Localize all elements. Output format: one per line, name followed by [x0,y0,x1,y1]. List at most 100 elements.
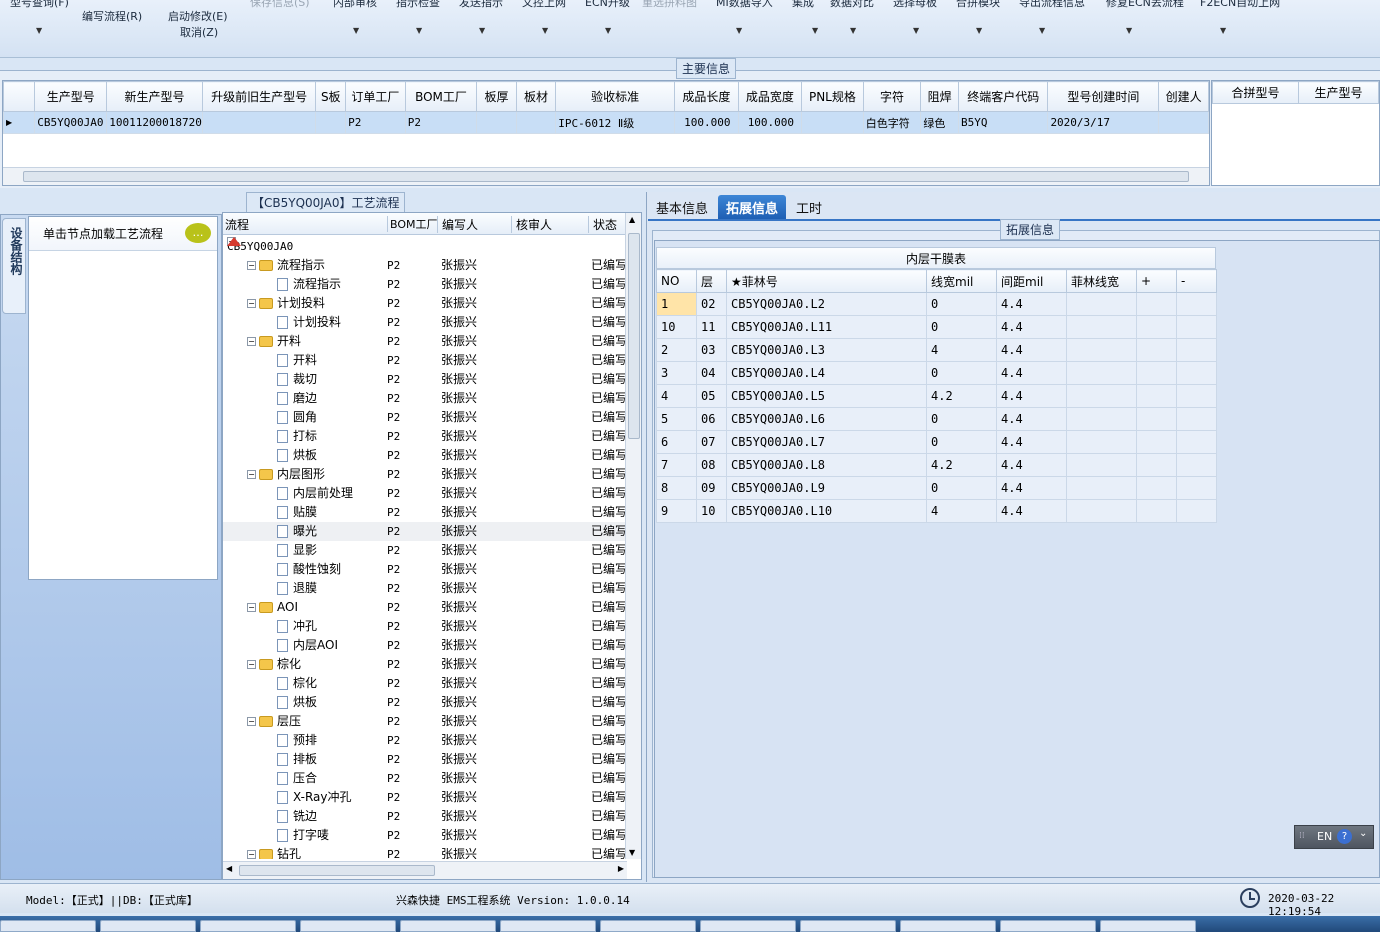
toolbar-button[interactable]: 选择母板 [893,0,937,10]
tab-extended-info[interactable]: 拓展信息 [718,195,787,219]
cell[interactable]: 02 [696,292,727,316]
scroll-thumb[interactable] [628,233,640,439]
cell[interactable]: 10011200018720 [106,111,203,134]
column-header[interactable]: S板 [315,81,347,112]
toolbar-button[interactable]: 重选拼料图 [642,0,697,10]
tree-node[interactable]: − 层压 P2 张振兴 已编写 [223,712,627,731]
collapse-icon[interactable]: − [247,660,256,669]
cell[interactable]: 100.000 [674,111,739,134]
cell[interactable]: 4.4 [996,430,1067,454]
tree-node[interactable]: 显影 P2 张振兴 已编写 [223,541,627,560]
toolbar-button[interactable]: 内部审核 [333,0,377,10]
dropdown-arrow-icon[interactable]: ▼ [850,26,856,35]
dropdown-arrow-icon[interactable]: ▼ [605,26,611,35]
toolbar-button[interactable]: 型号查询(F) [10,0,69,10]
cell[interactable]: 4 [926,338,997,362]
column-header[interactable]: 升级前旧生产型号 [201,81,317,112]
cell[interactable] [1158,111,1209,134]
tree-node[interactable]: − 开料 P2 张振兴 已编写 [223,332,627,351]
cell[interactable]: CB5YQ00JA0.L8 [726,453,927,477]
collapse-icon[interactable]: − [247,299,256,308]
toolbar-button[interactable]: F2ECN自动上网 [1200,0,1280,10]
cell[interactable]: 4.4 [996,453,1067,477]
cell[interactable]: 09 [696,476,727,500]
tree-hscroll[interactable]: ◀ ▶ [223,861,627,879]
column-header[interactable]: 阻焊 [920,81,959,112]
cell[interactable] [1066,407,1137,431]
tree-node[interactable]: 贴膜 P2 张振兴 已编写 [223,503,627,522]
tree-node[interactable]: − AOI P2 张振兴 已编写 [223,598,627,617]
toolbar-button[interactable]: 数据对比 [830,0,874,10]
column-header[interactable]: - [1176,269,1217,293]
dropdown-arrow-icon[interactable]: ▼ [976,26,982,35]
tree-node[interactable]: 棕化 P2 张振兴 已编写 [223,674,627,693]
cell[interactable]: CB5YQ00JA0.L5 [726,384,927,408]
vertical-tab-equipment[interactable]: 设备结构 [2,218,26,314]
taskbar-button[interactable] [200,920,296,932]
dropdown-arrow-icon[interactable]: ▼ [736,26,742,35]
toolbar-button[interactable]: 修复ECN丢流程 [1106,0,1184,10]
cell[interactable]: 0 [926,292,997,316]
table-row[interactable]: 3 04 CB5YQ00JA0.L4 0 4.4 [656,361,1217,385]
taskbar-button[interactable] [400,920,496,932]
tree-col-author[interactable]: 编写人 [437,216,478,233]
cell[interactable] [1066,384,1137,408]
dropdown-arrow-icon[interactable]: ▼ [1220,26,1226,35]
collapse-icon[interactable]: − [247,850,256,859]
table-row[interactable]: 2 03 CB5YQ00JA0.L3 4 4.4 [656,338,1217,362]
cell[interactable] [1136,499,1177,523]
cell[interactable]: 2020/3/17 [1047,111,1160,134]
ime-indicator[interactable]: ⁞⁞ EN ? ⌄ [1294,825,1374,849]
cell[interactable]: CB5YQ00JA0.L6 [726,407,927,431]
taskbar-button[interactable] [0,920,96,932]
cell[interactable]: 4.4 [996,292,1067,316]
tree-node[interactable]: 烘板 P2 张振兴 已编写 [223,693,627,712]
dropdown-arrow-icon[interactable]: ▼ [1039,26,1045,35]
tree-node[interactable]: X-Ray冲孔 P2 张振兴 已编写 [223,788,627,807]
cell[interactable] [1176,315,1217,339]
dropdown-arrow-icon[interactable]: ▼ [416,26,422,35]
cell[interactable] [1136,338,1177,362]
cell[interactable]: 4.4 [996,384,1067,408]
cell[interactable] [1066,292,1137,316]
cell[interactable] [1136,384,1177,408]
cell[interactable]: P2 [404,111,478,134]
cell[interactable] [1136,315,1177,339]
dropdown-arrow-icon[interactable]: ▼ [1126,26,1132,35]
table-row[interactable]: 4 05 CB5YQ00JA0.L5 4.2 4.4 [656,384,1217,408]
toolbar-button[interactable]: 文控上网 [522,0,566,10]
cell[interactable] [1176,384,1217,408]
column-header[interactable]: 成品长度 [674,81,739,112]
column-header[interactable]: 终端客户代码 [957,81,1049,112]
cell[interactable]: 05 [696,384,727,408]
column-header[interactable]: 成品宽度 [737,81,803,112]
taskbar-button[interactable] [800,920,896,932]
column-header[interactable]: 板材 [515,81,557,112]
cell[interactable]: 白色字符 [862,111,922,134]
start-modify-button[interactable]: 启动修改(E) [168,8,228,24]
column-header[interactable]: 验收标准 [555,81,676,112]
tree-node[interactable]: 退膜 P2 张振兴 已编写 [223,579,627,598]
taskbar-button[interactable] [1000,920,1096,932]
tab-work-hours[interactable]: 工时 [788,195,830,219]
cell[interactable] [1066,361,1137,385]
cell[interactable] [1136,476,1177,500]
tree-node[interactable]: − 内层图形 P2 张振兴 已编写 [223,465,627,484]
cell[interactable]: 4.4 [996,407,1067,431]
cell[interactable]: 10 [656,315,697,339]
tree-node[interactable]: − 钻孔 P2 张振兴 已编写 [223,845,627,859]
cell[interactable]: CB5YQ00JA0.L4 [726,361,927,385]
column-header[interactable]: 间距mil [996,269,1067,293]
dropdown-arrow-icon[interactable]: ▼ [353,26,359,35]
cell[interactable] [1136,453,1177,477]
cell[interactable] [1136,407,1177,431]
dropdown-arrow-icon[interactable]: ▼ [542,26,548,35]
cell[interactable]: 4 [656,384,697,408]
cell[interactable]: 06 [696,407,727,431]
cell[interactable] [1176,476,1217,500]
chevron-down-icon[interactable]: ⌄ [1359,828,1367,839]
taskbar-button[interactable] [900,920,996,932]
tree-col-bom[interactable]: BOM工厂 [387,216,438,232]
cell[interactable]: 1 [656,292,697,316]
column-header[interactable]: 字符 [862,81,922,112]
